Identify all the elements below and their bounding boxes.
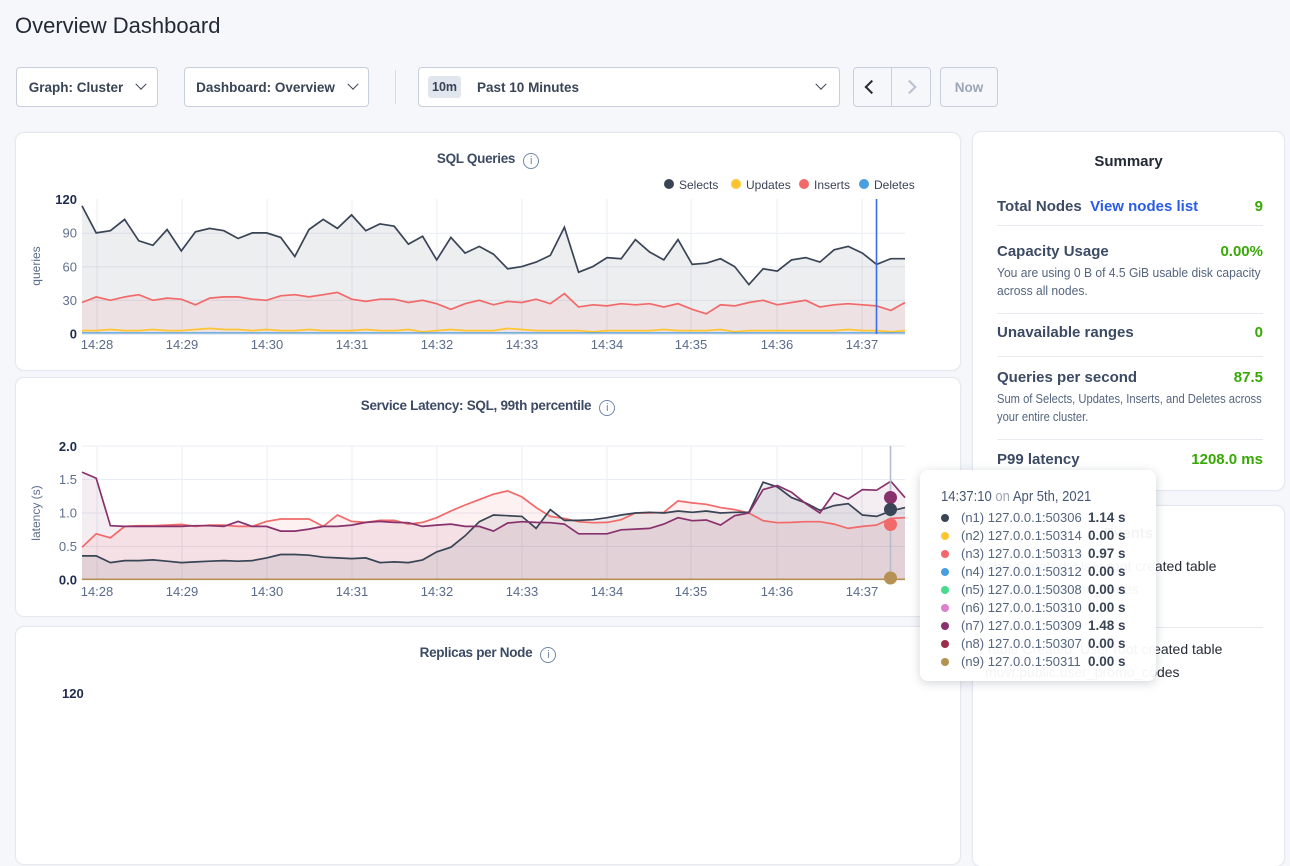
svg-text:Updates: Updates xyxy=(746,178,791,192)
svg-text:2.0: 2.0 xyxy=(59,439,77,454)
svg-text:0: 0 xyxy=(70,327,77,342)
svg-text:14:30: 14:30 xyxy=(251,584,284,599)
svg-text:1.5: 1.5 xyxy=(59,472,77,487)
svg-text:14:28: 14:28 xyxy=(81,337,114,352)
svg-text:90: 90 xyxy=(63,226,77,241)
svg-text:14:29: 14:29 xyxy=(166,337,199,352)
svg-text:0.0: 0.0 xyxy=(59,573,77,588)
svg-text:14:34: 14:34 xyxy=(591,337,624,352)
svg-text:Inserts: Inserts xyxy=(814,178,850,192)
svg-text:14:28: 14:28 xyxy=(81,584,114,599)
svg-text:Selects: Selects xyxy=(679,178,718,192)
svg-text:14:33: 14:33 xyxy=(506,337,539,352)
svg-text:120: 120 xyxy=(55,192,77,207)
svg-text:30: 30 xyxy=(63,293,77,308)
svg-text:14:36: 14:36 xyxy=(761,337,794,352)
svg-text:queries: queries xyxy=(29,246,43,285)
svg-text:14:35: 14:35 xyxy=(675,584,708,599)
svg-text:14:31: 14:31 xyxy=(336,337,369,352)
svg-text:14:29: 14:29 xyxy=(166,584,199,599)
svg-text:14:36: 14:36 xyxy=(761,584,794,599)
svg-text:14:35: 14:35 xyxy=(675,337,708,352)
svg-text:14:30: 14:30 xyxy=(251,337,284,352)
svg-text:0.5: 0.5 xyxy=(59,539,77,554)
svg-text:Deletes: Deletes xyxy=(874,178,915,192)
svg-text:14:32: 14:32 xyxy=(421,584,454,599)
svg-text:14:32: 14:32 xyxy=(421,337,454,352)
svg-text:14:37: 14:37 xyxy=(846,337,879,352)
svg-text:14:33: 14:33 xyxy=(506,584,539,599)
svg-text:14:34: 14:34 xyxy=(591,584,624,599)
svg-text:14:37: 14:37 xyxy=(846,584,879,599)
svg-text:14:31: 14:31 xyxy=(336,584,369,599)
svg-text:latency (s): latency (s) xyxy=(29,485,43,540)
svg-text:1.0: 1.0 xyxy=(59,506,77,521)
svg-text:60: 60 xyxy=(63,260,77,275)
